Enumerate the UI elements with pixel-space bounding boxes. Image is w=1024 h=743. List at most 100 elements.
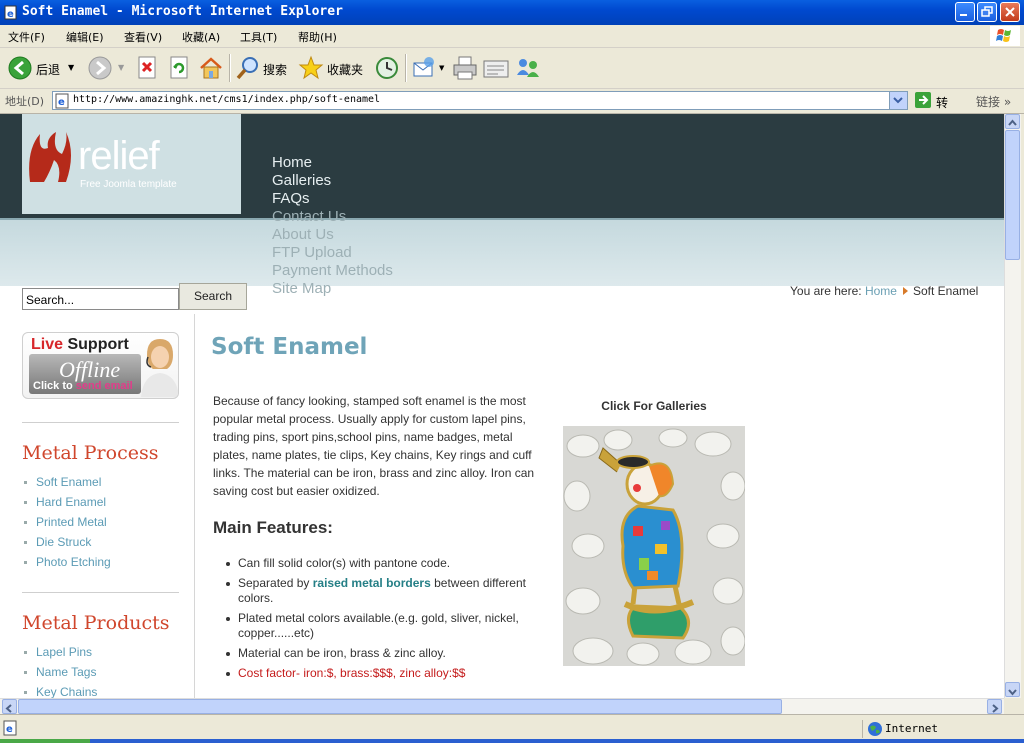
- nav-about-us[interactable]: About Us: [272, 226, 393, 244]
- back-arrow-icon: [8, 56, 32, 80]
- live-support-banner[interactable]: Live Support Offline Click to send email: [22, 332, 179, 399]
- restore-icon: [981, 6, 993, 17]
- list-item[interactable]: Name Tags: [24, 662, 97, 682]
- breadcrumb-current: Soft Enamel: [912, 284, 979, 298]
- mail-icon: [413, 57, 434, 77]
- live-support-label: Live Support: [31, 336, 129, 353]
- list-item[interactable]: Lapel Pins: [24, 642, 97, 662]
- nav-galleries[interactable]: Galleries: [272, 172, 393, 190]
- search-submit-button[interactable]: Search: [179, 283, 247, 310]
- address-dropdown-button[interactable]: [889, 92, 907, 109]
- print-button[interactable]: [452, 53, 478, 83]
- close-button[interactable]: [1000, 2, 1020, 22]
- mail-button[interactable]: ▼: [411, 53, 447, 83]
- vertical-scroll-thumb[interactable]: [1005, 130, 1020, 260]
- features-list: Can fill solid color(s) with pantone cod…: [224, 556, 544, 686]
- site-logo[interactable]: relief Free Joomla template: [22, 114, 241, 214]
- menu-tools[interactable]: 工具(T): [240, 29, 277, 45]
- breadcrumb: You are here: Home Soft Enamel: [790, 284, 978, 298]
- chevron-down-icon[interactable]: ▼: [118, 63, 124, 72]
- chevron-up-icon: [1008, 119, 1017, 126]
- minimize-button[interactable]: [955, 2, 975, 22]
- forward-button[interactable]: ▼: [86, 53, 126, 83]
- sidebar-separator: [22, 422, 179, 423]
- vertical-scrollbar[interactable]: [1004, 114, 1021, 698]
- go-arrow-icon: [915, 92, 931, 108]
- list-item[interactable]: Photo Etching: [24, 552, 111, 572]
- menu-favorites[interactable]: 收藏(A): [182, 29, 220, 45]
- globe-icon: [868, 722, 882, 736]
- windows-logo-icon: [990, 26, 1020, 46]
- nav-payment-methods[interactable]: Payment Methods: [272, 262, 393, 280]
- address-input[interactable]: e http://www.amazinghk.net/cms1/index.ph…: [52, 91, 908, 110]
- home-button[interactable]: [198, 53, 224, 83]
- search-icon: [236, 57, 258, 80]
- search-button[interactable]: 搜索: [234, 53, 294, 83]
- scroll-right-button[interactable]: [987, 699, 1002, 714]
- menu-help[interactable]: 帮助(H): [298, 29, 337, 45]
- feature-item-cost: Cost factor- iron:$, brass:$$$, zinc all…: [224, 666, 544, 681]
- title-bar: e Soft Enamel - Microsoft Internet Explo…: [0, 0, 1024, 25]
- chevron-down-icon[interactable]: ▼: [68, 63, 74, 72]
- send-email-text: Click to send email: [33, 380, 133, 392]
- nav-home[interactable]: Home: [272, 154, 393, 172]
- refresh-icon: [170, 56, 188, 79]
- menu-view[interactable]: 查看(V): [124, 29, 162, 45]
- scroll-up-button[interactable]: [1005, 114, 1020, 129]
- minimize-icon: [960, 14, 967, 16]
- soft-enamel-pin-image[interactable]: [563, 426, 745, 666]
- metal-process-heading: Metal Process: [22, 442, 159, 464]
- chevron-down-icon[interactable]: ▼: [439, 64, 444, 72]
- scrollbar-corner: [1004, 698, 1024, 714]
- page-icon: e: [55, 93, 69, 109]
- feature-item: Can fill solid color(s) with pantone cod…: [224, 556, 544, 571]
- list-item[interactable]: Key Chains: [24, 682, 97, 698]
- breadcrumb-home-link[interactable]: Home: [865, 284, 897, 298]
- horizontal-scrollbar[interactable]: [0, 698, 1004, 715]
- stop-button[interactable]: [135, 53, 159, 83]
- search-field[interactable]: [22, 288, 179, 310]
- metal-products-list: Lapel Pins Name Tags Key Chains: [24, 642, 97, 698]
- main-navigation: Home Galleries FAQs Contact Us About Us …: [272, 154, 393, 298]
- feature-item: Plated metal colors available.(e.g. gold…: [224, 611, 544, 641]
- address-url: http://www.amazinghk.net/cms1/index.php/…: [73, 94, 381, 105]
- scroll-down-button[interactable]: [1005, 682, 1020, 697]
- browser-viewport: relief Free Joomla template Home Galleri…: [0, 114, 1004, 698]
- nav-site-map[interactable]: Site Map: [272, 280, 393, 298]
- nav-faqs[interactable]: FAQs: [272, 190, 393, 208]
- back-button[interactable]: 后退 ▼: [6, 53, 78, 83]
- feature-item: Material can be iron, brass & zinc alloy…: [224, 646, 544, 661]
- restore-button[interactable]: [977, 2, 997, 22]
- zone-label: Internet: [885, 722, 938, 735]
- horizontal-scroll-thumb[interactable]: [18, 699, 782, 714]
- list-item[interactable]: Soft Enamel: [24, 472, 111, 492]
- menu-file[interactable]: 文件(F): [8, 29, 45, 45]
- list-item[interactable]: Hard Enamel: [24, 492, 111, 512]
- header-band: [0, 218, 1004, 286]
- links-button[interactable]: 链接 »: [976, 93, 1011, 110]
- nav-ftp-upload[interactable]: FTP Upload: [272, 244, 393, 262]
- nav-contact-us[interactable]: Contact Us: [272, 208, 393, 226]
- list-item[interactable]: Die Struck: [24, 532, 111, 552]
- scroll-left-button[interactable]: [2, 699, 17, 714]
- search-input[interactable]: [26, 291, 176, 309]
- messenger-icon: [517, 59, 539, 77]
- list-item[interactable]: Printed Metal: [24, 512, 111, 532]
- svg-text:e: e: [6, 724, 13, 735]
- edit-button[interactable]: [482, 53, 510, 83]
- menu-edit[interactable]: 编辑(E): [66, 29, 104, 45]
- refresh-button[interactable]: [167, 53, 191, 83]
- address-label: 地址(D): [5, 95, 45, 108]
- raised-metal-borders-link[interactable]: raised metal borders: [313, 576, 431, 590]
- favorites-button[interactable]: 收藏夹: [298, 53, 368, 83]
- logo-subtitle: Free Joomla template: [80, 179, 177, 190]
- status-bar: e Internet: [0, 714, 1024, 743]
- close-icon: [1005, 7, 1015, 17]
- messenger-button[interactable]: [514, 53, 542, 83]
- svg-text:e: e: [58, 97, 65, 108]
- star-icon: [298, 55, 324, 80]
- home-icon: [200, 57, 222, 79]
- flame-logo-icon: [29, 132, 71, 182]
- history-button[interactable]: [374, 53, 400, 83]
- offline-badge: Offline Click to send email: [29, 354, 141, 394]
